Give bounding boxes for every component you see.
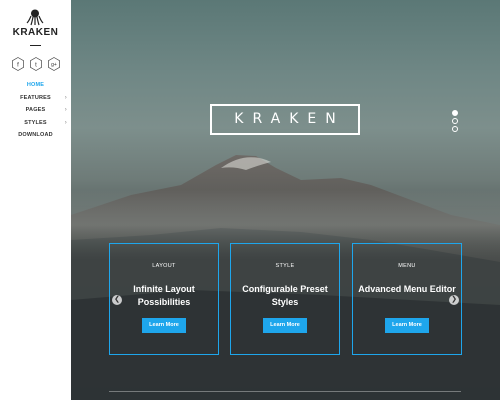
prev-arrow-icon[interactable]: ❮ (112, 295, 122, 305)
brand-name[interactable]: KRAKEN (0, 27, 71, 38)
learn-more-button[interactable]: Learn More (142, 318, 186, 333)
learn-more-button[interactable]: Learn More (263, 318, 307, 333)
facebook-icon: f (12, 57, 24, 71)
feature-card-style: STYLE Configurable Preset Styles Learn M… (230, 243, 340, 355)
card-label: MENU (398, 263, 416, 269)
facebook-glyph: f (17, 63, 19, 69)
bottom-divider (109, 391, 461, 392)
slide-dot-2[interactable] (452, 118, 458, 124)
nav-item-features[interactable]: FEATURES › (0, 92, 71, 105)
facebook-link[interactable]: f (11, 57, 25, 71)
google-plus-glyph: g+ (51, 62, 57, 68)
twitter-icon: t (30, 57, 42, 71)
chevron-right-icon: › (64, 119, 67, 126)
card-title: Configurable Preset Styles (242, 284, 328, 307)
nav-label: STYLES (24, 119, 47, 126)
learn-more-button[interactable]: Learn More (385, 318, 429, 333)
google-plus-link[interactable]: g+ (47, 57, 61, 71)
brand-divider (30, 45, 41, 46)
card-label: STYLE (275, 263, 295, 269)
card-label: LAYOUT (152, 263, 176, 269)
card-title: Infinite Layout Possibilities (133, 284, 195, 307)
chevron-right-icon: › (64, 107, 67, 113)
next-arrow-icon[interactable]: ❯ (449, 295, 459, 305)
nav-label: HOME (26, 82, 45, 88)
nav-label: FEATURES (20, 94, 51, 101)
twitter-link[interactable]: t (29, 57, 43, 71)
twitter-glyph: t (35, 63, 37, 69)
sidebar: KRAKEN f t g+ HOME FEATURES › PAGES › STYL… (0, 0, 71, 400)
feature-card-layout: LAYOUT Infinite Layout Possibilities Lea… (109, 243, 219, 355)
octopus-icon[interactable] (26, 8, 44, 26)
social-links: f t g+ (11, 57, 61, 71)
nav-label: DOWNLOAD (18, 132, 53, 138)
slide-dot-1[interactable] (452, 110, 458, 116)
chevron-right-icon: › (64, 94, 67, 101)
feature-card-menu: MENU Advanced Menu Editor Learn More (352, 243, 462, 355)
main-nav: HOME FEATURES › PAGES › STYLES › DOWNLOAD (0, 79, 71, 142)
nav-item-download[interactable]: DOWNLOAD (0, 129, 71, 142)
google-plus-icon: g+ (48, 57, 60, 71)
nav-label: PAGES (25, 107, 46, 113)
nav-item-home[interactable]: HOME (0, 79, 71, 92)
hero-slider: KRAKEN LAYOUT Infinite Layout Possibilit… (71, 0, 500, 400)
card-title: Advanced Menu Editor (358, 284, 456, 294)
nav-item-pages[interactable]: PAGES › (0, 104, 71, 117)
nav-item-styles[interactable]: STYLES › (0, 117, 71, 130)
hero-title: KRAKEN (210, 104, 360, 135)
slide-indicators (452, 110, 460, 134)
slide-dot-3[interactable] (452, 126, 458, 132)
